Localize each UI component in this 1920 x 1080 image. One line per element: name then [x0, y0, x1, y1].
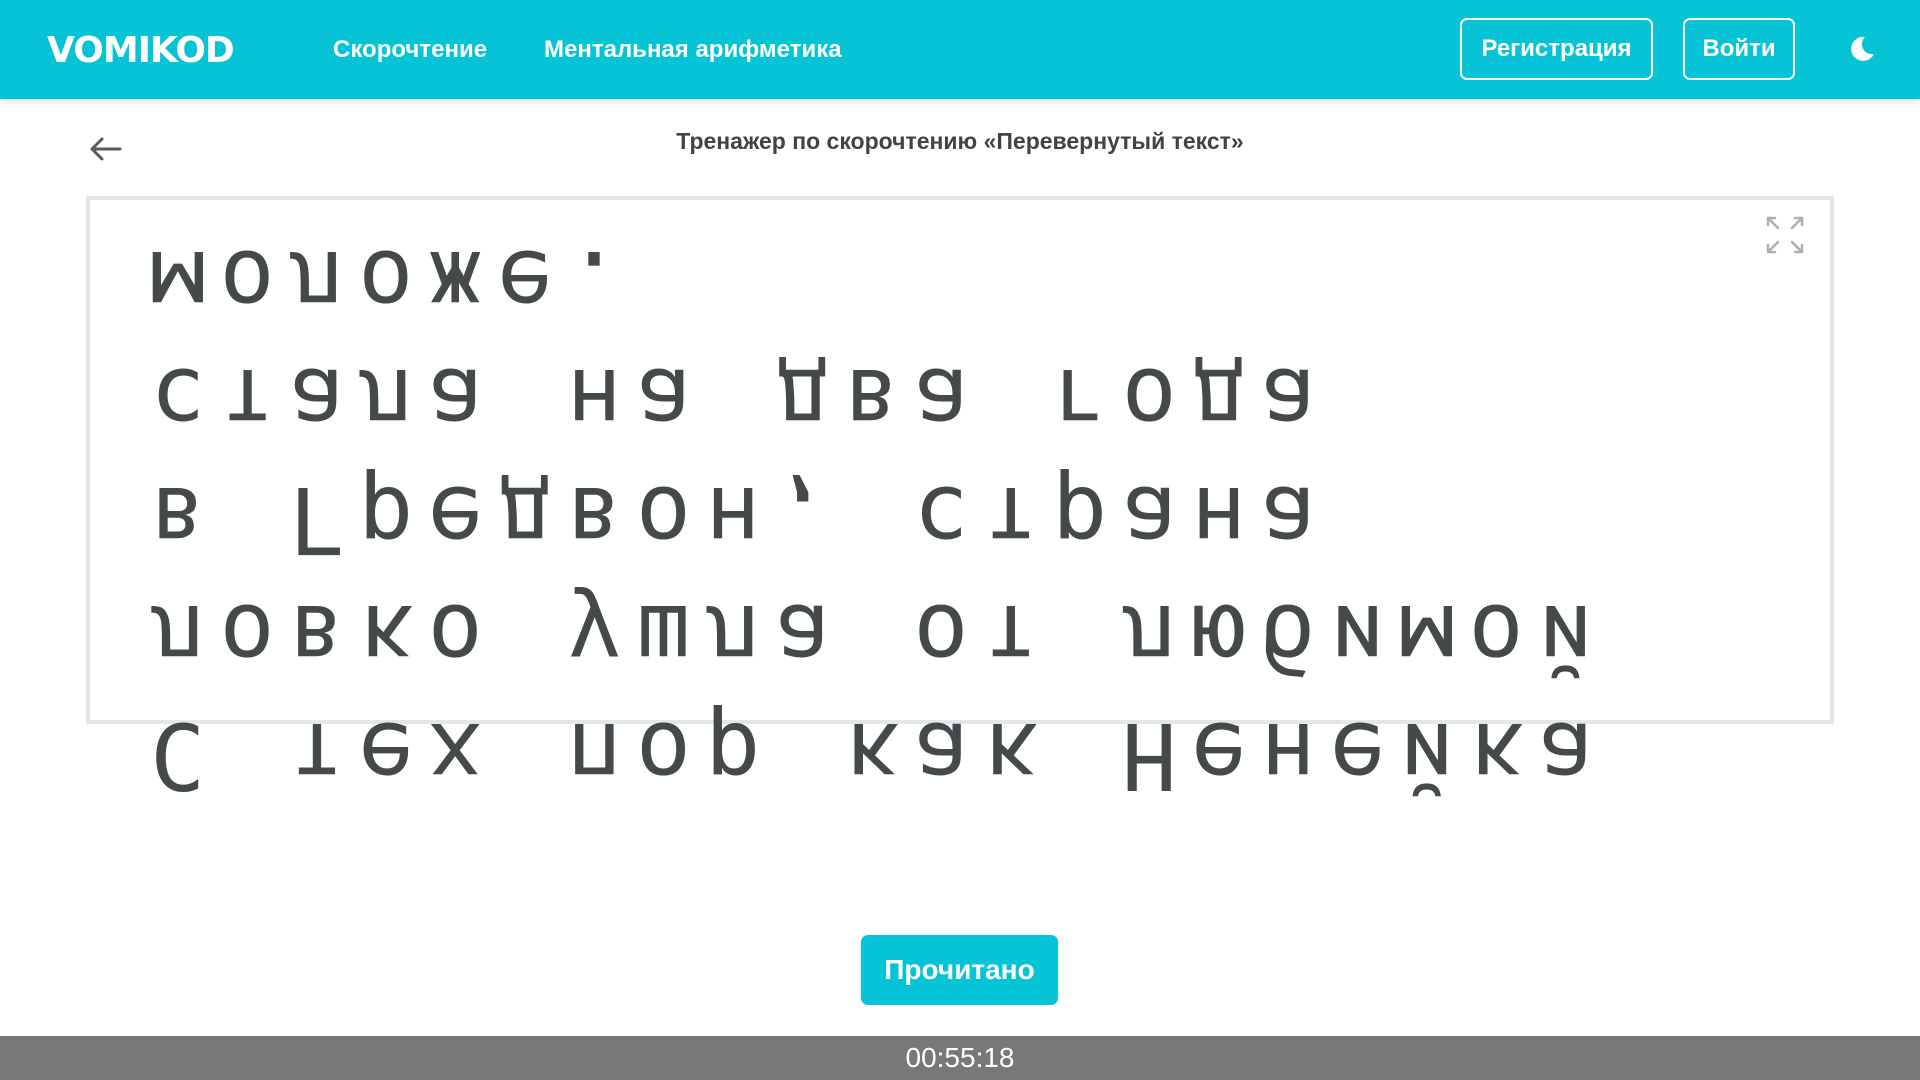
timer-bar: 00:55:18	[0, 1036, 1920, 1080]
top-navbar: VOMIKOD Скорочтение Ментальная арифметик…	[0, 0, 1920, 99]
register-button[interactable]: Регистрация	[1460, 18, 1653, 80]
moon-icon[interactable]	[1846, 34, 1876, 64]
done-button[interactable]: Прочитано	[861, 935, 1058, 1005]
expand-icon[interactable]	[1764, 214, 1806, 256]
login-button[interactable]: Войти	[1683, 18, 1795, 80]
nav-mental-arithmetic[interactable]: Ментальная арифметика	[544, 0, 842, 99]
logo[interactable]: VOMIKOD	[47, 28, 235, 72]
nav-speed-reading[interactable]: Скорочтение	[333, 0, 487, 99]
flipped-reading-text: С тех пор как Ненейка ловко ушла от люби…	[150, 230, 1677, 809]
reading-text-panel: С тех пор как Ненейка ловко ушла от люби…	[86, 196, 1834, 809]
timer-value: 00:55:18	[905, 1042, 1015, 1073]
page-title: Тренажер по скорочтению «Перевернутый те…	[676, 128, 1244, 154]
